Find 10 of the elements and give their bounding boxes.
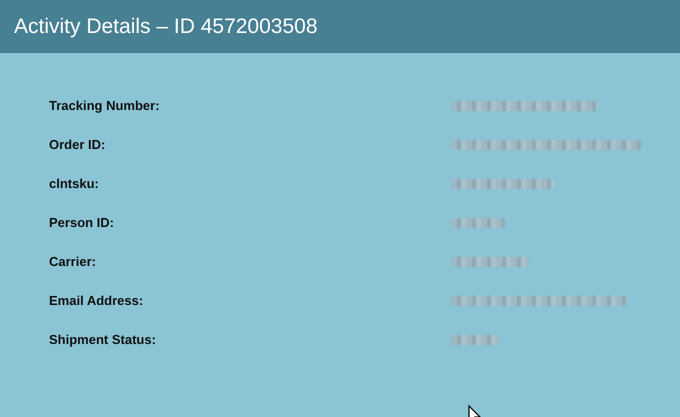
- field-label: clntsku:: [48, 176, 100, 191]
- redacted-value: [451, 218, 505, 228]
- field-label: Email Address:: [48, 293, 144, 308]
- field-label: Shipment Status:: [48, 332, 157, 347]
- field-label: Person ID:: [48, 215, 116, 230]
- field-label: Carrier:: [48, 254, 97, 269]
- field-label: Tracking Number:: [48, 98, 161, 113]
- field-label: Order ID:: [48, 137, 106, 152]
- window-title: Activity Details – ID 4572003508: [14, 14, 318, 38]
- redacted-value: [451, 334, 499, 344]
